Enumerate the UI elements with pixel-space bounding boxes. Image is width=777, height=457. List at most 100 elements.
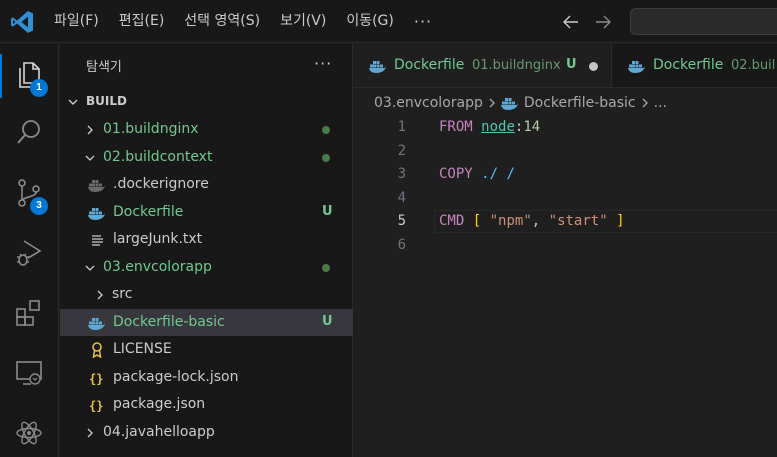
menu-go[interactable]: 이동(G) xyxy=(336,0,404,43)
breadcrumb-folder[interactable]: 03.envcolorapp xyxy=(374,95,483,111)
chevron-right-icon xyxy=(642,98,648,108)
chevron-down-icon xyxy=(85,155,95,161)
chevron-down-icon xyxy=(85,265,95,271)
activity-extensions[interactable] xyxy=(0,286,59,342)
editor-area: Dockerfile 01.buildnginx U Dockerfile 02… xyxy=(354,44,777,457)
svg-text:{}: {} xyxy=(89,399,103,413)
menu-bar: 파일(F) 편집(E) 선택 영역(S) 보기(V) 이동(G) ··· xyxy=(44,0,442,43)
copy-destination: / xyxy=(506,166,515,182)
activity-run-debug[interactable] xyxy=(0,226,59,282)
chevron-right-icon xyxy=(97,290,103,300)
tab-directory: 01.buildnginx xyxy=(472,58,561,73)
cmd-arg-start: "start" xyxy=(548,213,608,229)
line-number: 5 xyxy=(397,213,406,229)
tree-label: Dockerfile-basic xyxy=(113,313,225,330)
code-editor[interactable]: 1 FROM node:14 2 3 COPY ./ / 4 5 CMD [ "… xyxy=(354,116,777,257)
tree-label: Dockerfile xyxy=(113,203,184,220)
vscode-logo-icon[interactable] xyxy=(9,9,35,35)
activity-source-control[interactable]: 3 xyxy=(0,166,59,222)
copy-source: ./ xyxy=(481,166,499,182)
menu-edit[interactable]: 편집(E) xyxy=(109,0,175,43)
tree-file-dockerfile[interactable]: Dockerfile U xyxy=(60,199,353,227)
tree-file-dockerignore[interactable]: .dockerignore xyxy=(60,171,353,199)
arrow-right-icon[interactable] xyxy=(592,11,614,33)
tree-folder-03-envcolorapp[interactable]: 03.envcolorapp xyxy=(60,254,353,282)
tab-filename: Dockerfile xyxy=(394,57,465,73)
tree-label: package.json xyxy=(113,396,206,412)
tree-folder-02-buildcontext[interactable]: 02.buildcontext xyxy=(60,144,353,172)
cmd-arg-npm: "npm" xyxy=(489,213,532,229)
tree-folder-src[interactable]: src xyxy=(60,281,353,309)
explorer-badge: 1 xyxy=(30,79,48,97)
activity-search[interactable] xyxy=(0,106,59,162)
open-bracket: [ xyxy=(472,213,482,229)
activity-remote-explorer[interactable] xyxy=(0,346,59,402)
menu-view[interactable]: 보기(V) xyxy=(270,0,336,43)
tree-file-license[interactable]: LICENSE xyxy=(60,336,353,364)
line-number: 3 xyxy=(397,166,406,182)
line-number: 1 xyxy=(397,119,406,135)
chevron-right-icon xyxy=(87,428,93,437)
base-image-tag: 14 xyxy=(523,119,541,135)
git-modified-dot xyxy=(322,126,330,134)
workspace-section-label: BUILD xyxy=(86,94,127,108)
json-icon: {} xyxy=(89,372,103,386)
tree-label: largeJunk.txt xyxy=(113,231,203,247)
line-number: 2 xyxy=(397,142,406,159)
tree-file-largejunk[interactable]: largeJunk.txt xyxy=(60,226,353,254)
git-status-untracked: U xyxy=(322,313,333,329)
docker-icon xyxy=(500,98,518,110)
unsaved-dot-icon[interactable] xyxy=(589,62,598,71)
code-line[interactable]: 1 FROM node:14 xyxy=(354,116,777,140)
search-icon xyxy=(17,120,40,144)
tree-label: 04.javahelloapp xyxy=(103,423,215,440)
workspace-section-header[interactable]: BUILD xyxy=(60,89,353,115)
tree-label: src xyxy=(112,286,133,302)
tab-dockerfile-01[interactable]: Dockerfile 01.buildnginx U xyxy=(354,44,612,87)
extensions-icon xyxy=(16,300,40,326)
license-icon xyxy=(92,342,102,358)
code-line[interactable]: 3 COPY ./ / xyxy=(354,163,777,187)
title-bar: 파일(F) 편집(E) 선택 영역(S) 보기(V) 이동(G) ··· xyxy=(0,0,777,43)
code-line[interactable]: 4 xyxy=(354,187,777,211)
git-modified-dot xyxy=(322,263,330,272)
activity-explorer[interactable]: 1 xyxy=(0,48,59,104)
menu-file[interactable]: 파일(F) xyxy=(44,0,109,43)
git-status-untracked: U xyxy=(322,203,333,219)
activity-bar: 1 3 xyxy=(0,44,59,457)
docker-icon xyxy=(88,207,105,220)
chevron-down-icon xyxy=(68,99,78,105)
git-modified-dot xyxy=(322,153,330,162)
text-file-icon xyxy=(92,235,103,246)
tree-label: 03.envcolorapp xyxy=(103,258,212,275)
remote-explorer-icon xyxy=(16,361,42,385)
tree-folder-04-javahelloapp[interactable]: 04.javahelloapp xyxy=(60,419,353,447)
tab-filename: Dockerfile xyxy=(653,57,724,73)
tree-file-package-lock[interactable]: {} package-lock.json xyxy=(60,364,353,392)
breadcrumb-symbols[interactable]: ... xyxy=(654,95,667,111)
tab-git-status: U xyxy=(566,57,577,72)
tab-dockerfile-02[interactable]: Dockerfile 02.buil xyxy=(613,44,777,87)
tree-folder-01-buildnginx[interactable]: 01.buildnginx xyxy=(60,116,353,144)
command-center-search[interactable] xyxy=(630,8,777,35)
react-icon xyxy=(16,421,42,445)
base-image-name: node xyxy=(481,119,515,135)
svg-text:{}: {} xyxy=(89,372,103,386)
arrow-left-icon[interactable] xyxy=(560,11,582,33)
sidebar-more-button[interactable]: ··· xyxy=(314,54,332,73)
breadcrumb-file[interactable]: Dockerfile-basic xyxy=(524,95,636,111)
tree-file-package-json[interactable]: {} package.json xyxy=(60,391,353,419)
code-line[interactable]: 2 xyxy=(354,140,777,164)
line-number: 4 xyxy=(397,189,406,206)
cmd-comma: , xyxy=(531,213,541,229)
docker-icon xyxy=(88,180,105,192)
tree-file-dockerfile-basic[interactable]: Dockerfile-basic U xyxy=(60,308,353,336)
line-number: 6 xyxy=(397,236,406,253)
code-line-current[interactable]: 5 CMD [ "npm", "start" ] xyxy=(354,210,777,234)
activity-react[interactable] xyxy=(0,406,59,457)
menu-selection[interactable]: 선택 영역(S) xyxy=(174,0,270,43)
menu-more-button[interactable]: ··· xyxy=(404,12,442,31)
code-line[interactable]: 6 xyxy=(354,234,777,258)
scm-badge: 3 xyxy=(30,197,48,215)
breadcrumb: 03.envcolorapp Dockerfile-basic ... xyxy=(374,94,667,112)
